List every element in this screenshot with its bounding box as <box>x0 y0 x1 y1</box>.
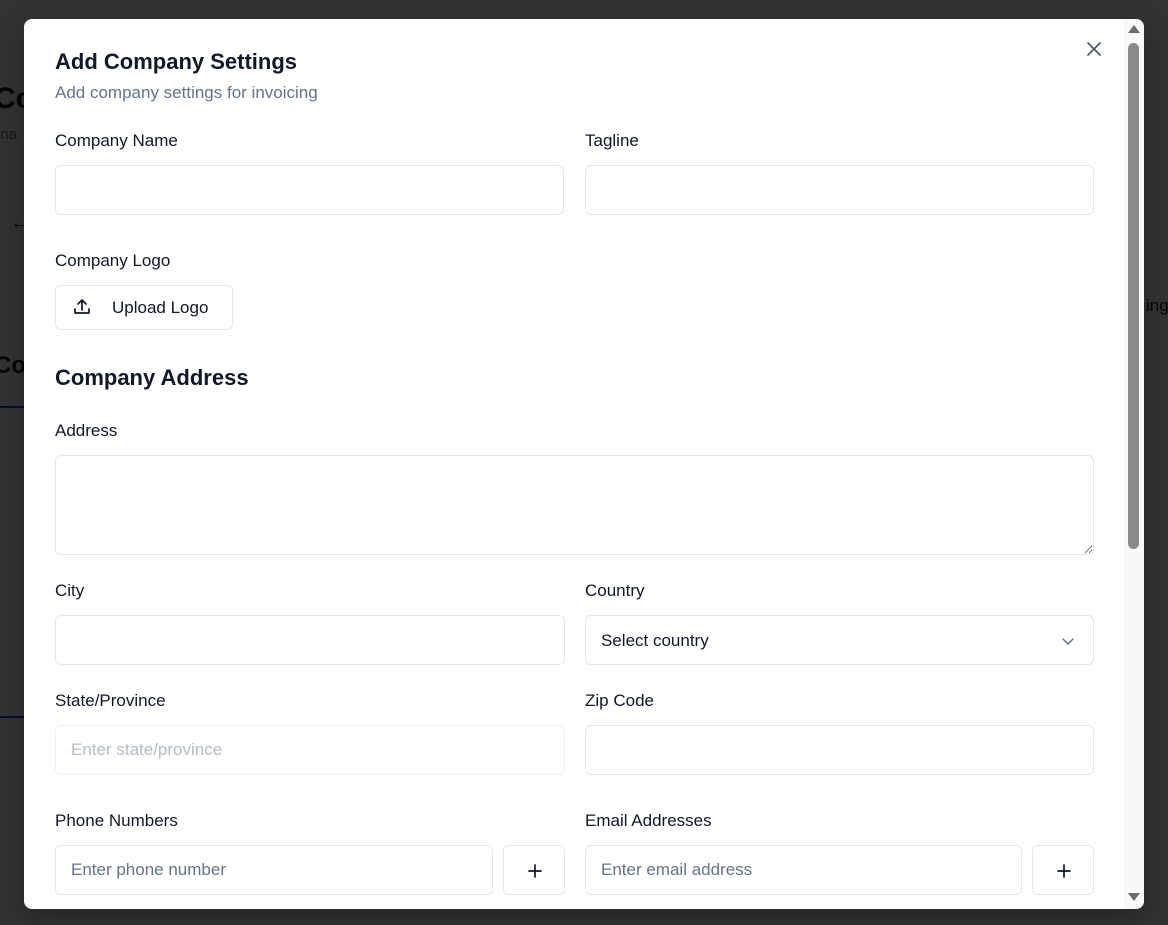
upload-icon <box>74 299 90 314</box>
company-name-label: Company Name <box>55 131 178 150</box>
chevron-down-icon <box>1062 638 1074 645</box>
company-name-input[interactable] <box>55 165 564 215</box>
phone-numbers-label: Phone Numbers <box>55 811 178 830</box>
plus-icon <box>528 864 542 878</box>
city-input[interactable] <box>55 615 565 665</box>
plus-icon <box>1057 864 1071 878</box>
add-phone-button[interactable] <box>503 845 565 895</box>
state-label: State/Province <box>55 691 166 710</box>
upload-logo-label: Upload Logo <box>112 298 209 317</box>
address-textarea[interactable] <box>55 455 1094 555</box>
country-label: Country <box>585 581 645 600</box>
scroll-down-arrow-icon[interactable] <box>1128 893 1140 901</box>
country-select-value: Select country <box>601 631 709 650</box>
tagline-input[interactable] <box>585 165 1094 215</box>
tagline-label: Tagline <box>585 131 639 150</box>
dialog-title: Add Company Settings <box>55 49 298 74</box>
company-address-heading: Company Address <box>55 365 249 390</box>
email-addresses-label: Email Addresses <box>585 811 712 830</box>
email-address-input[interactable] <box>585 845 1022 895</box>
zip-code-input[interactable] <box>585 725 1094 775</box>
company-logo-label: Company Logo <box>55 251 171 270</box>
zip-code-label: Zip Code <box>585 691 654 710</box>
state-input[interactable] <box>55 725 565 775</box>
phone-number-input[interactable] <box>55 845 493 895</box>
add-email-button[interactable] <box>1032 845 1094 895</box>
scroll-up-arrow-icon[interactable] <box>1128 25 1140 33</box>
city-label: City <box>55 581 85 600</box>
country-select[interactable]: Select country <box>585 615 1094 665</box>
address-label: Address <box>55 421 118 440</box>
dialog-description: Add company settings for invoicing <box>55 83 318 102</box>
upload-logo-button[interactable]: Upload Logo <box>55 285 233 330</box>
company-settings-dialog: Add Company Settings Add company setting… <box>24 19 1144 909</box>
close-icon[interactable] <box>1082 37 1106 61</box>
scrollbar-thumb[interactable] <box>1128 43 1139 549</box>
